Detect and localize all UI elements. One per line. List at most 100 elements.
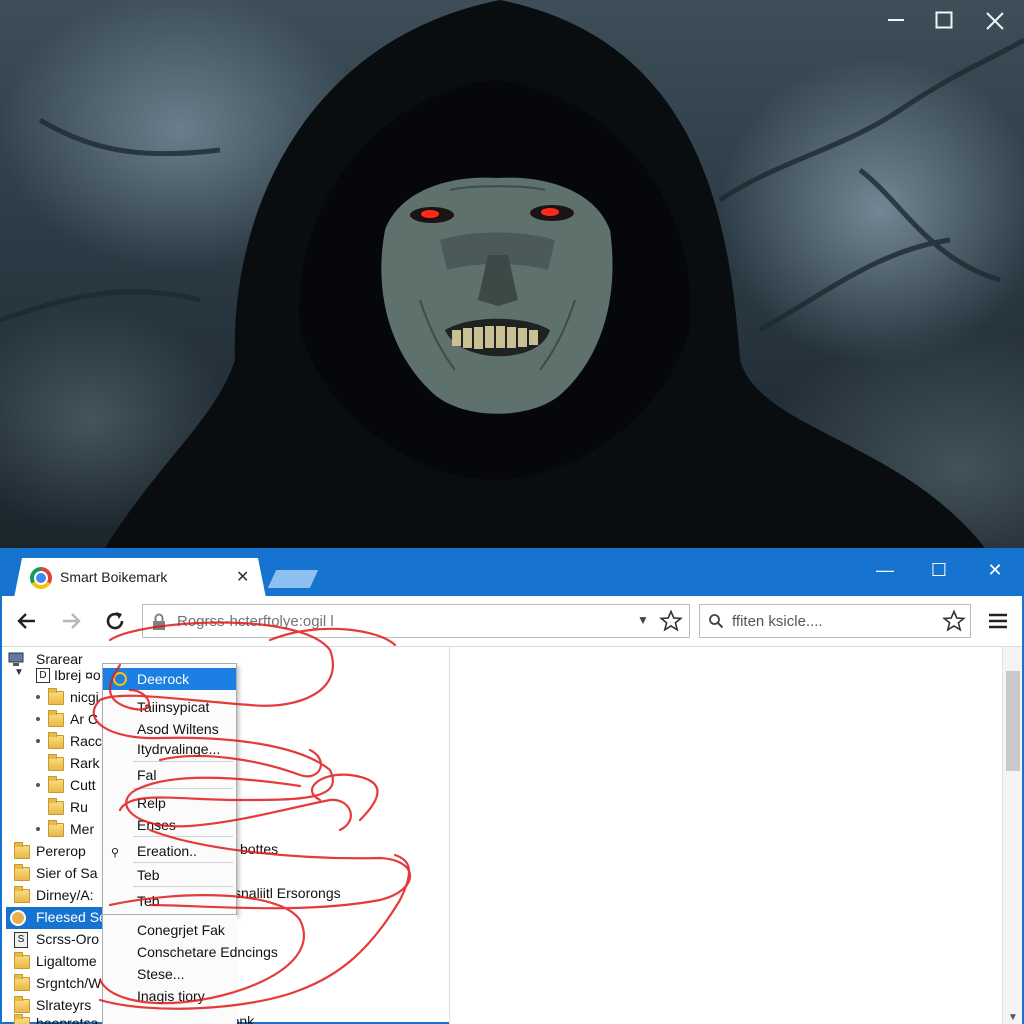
key-icon: ⚲ bbox=[111, 847, 120, 859]
menu-separator bbox=[133, 761, 233, 762]
menu-separator bbox=[133, 836, 233, 837]
browser-tab[interactable]: Smart Boikemark ✕ bbox=[14, 558, 266, 598]
minimize-icon bbox=[888, 19, 904, 21]
hamburger-icon bbox=[989, 613, 1007, 629]
arrow-left-icon bbox=[17, 613, 35, 629]
menu-item[interactable]: Itydrvalinge... bbox=[103, 738, 236, 760]
menu-separator bbox=[133, 788, 233, 789]
menu-item[interactable]: Stese... bbox=[103, 963, 303, 985]
address-text[interactable]: Rogrss-hcterftolye:ogil l bbox=[177, 613, 334, 630]
search-box[interactable]: ffiten ksicle.... bbox=[699, 604, 971, 638]
artwork-window bbox=[0, 0, 1024, 548]
tree-item[interactable]: ▼ D Ibrej ¤o bbox=[14, 665, 110, 687]
screen: Smart Boikemark ✕ — ☐ ✕ Rogrss-hcterftol… bbox=[0, 0, 1024, 1024]
bookmark-icon bbox=[10, 910, 26, 926]
search-placeholder[interactable]: ffiten ksicle.... bbox=[732, 613, 823, 630]
tree-item[interactable]: S Scrss-Oro bbox=[12, 929, 104, 951]
tree-item[interactable]: Ligaltome bbox=[12, 951, 104, 973]
tree-item[interactable]: Ru bbox=[32, 797, 112, 819]
folder-icon bbox=[48, 688, 64, 705]
folder-icon bbox=[14, 864, 30, 881]
back-button[interactable] bbox=[12, 606, 42, 636]
menu-item[interactable]: Conegrjet Fak bbox=[103, 919, 303, 941]
tree-item[interactable]: Ar C bbox=[32, 709, 112, 731]
address-bar[interactable]: Rogrss-hcterftolye:ogil l ▼ bbox=[142, 604, 690, 638]
minimize-button[interactable]: — bbox=[868, 556, 902, 584]
folder-icon bbox=[14, 996, 30, 1013]
chevron-down-icon[interactable]: ▼ bbox=[637, 613, 649, 627]
tree-item[interactable]: Racc bbox=[32, 731, 112, 753]
folder-icon bbox=[14, 842, 30, 859]
tree-item[interactable]: Sier of Sa bbox=[12, 863, 104, 885]
tree-item[interactable]: Mer bbox=[32, 819, 112, 841]
menu-separator bbox=[133, 886, 233, 887]
folder-icon bbox=[48, 798, 64, 815]
maximize-icon bbox=[935, 11, 953, 29]
menu-item[interactable]: Teb bbox=[103, 890, 236, 912]
bookmark-star-icon[interactable] bbox=[659, 609, 683, 633]
tree-item[interactable]: Rark bbox=[32, 753, 112, 775]
star-icon[interactable] bbox=[942, 609, 966, 633]
art-close-button[interactable] bbox=[984, 10, 1012, 38]
tree-item-selected[interactable]: Fleesed Se bbox=[6, 907, 107, 929]
tree-item[interactable]: Srgntch/W bbox=[12, 973, 104, 995]
maximize-button[interactable]: ☐ bbox=[922, 556, 956, 584]
folder-icon bbox=[14, 974, 30, 991]
tree-item[interactable]: nicgi bbox=[32, 687, 112, 709]
reload-button[interactable] bbox=[100, 606, 130, 636]
forward-button[interactable] bbox=[56, 606, 86, 636]
context-submenu: Conegrjet Fak Conschetare Edncings Stese… bbox=[102, 915, 278, 1024]
context-menu: Deerock Taiinsypicat Asod Wiltens Itydrv… bbox=[102, 663, 237, 915]
tree-item[interactable]: Cutt bbox=[32, 775, 112, 797]
lock-icon bbox=[153, 613, 165, 630]
tab-close-button[interactable]: ✕ bbox=[236, 567, 249, 587]
folder-icon bbox=[48, 754, 64, 771]
vertical-scrollbar[interactable]: ▼ bbox=[1002, 647, 1022, 1024]
arrow-right-icon bbox=[63, 613, 81, 629]
scrollbar-thumb[interactable] bbox=[1006, 671, 1020, 771]
browser-window: Smart Boikemark ✕ — ☐ ✕ Rogrss-hcterftol… bbox=[0, 548, 1024, 1024]
scroll-down-arrow-icon[interactable]: ▼ bbox=[1008, 1012, 1018, 1023]
menu-item[interactable]: Taiinsypicat bbox=[103, 696, 236, 718]
art-minimize-button[interactable] bbox=[886, 10, 914, 38]
menu-item[interactable]: Conschetare Edncings bbox=[103, 941, 303, 963]
menu-button[interactable] bbox=[984, 608, 1012, 634]
folder-icon bbox=[14, 952, 30, 969]
tab-title: Smart Boikemark bbox=[60, 569, 168, 585]
chrome-icon bbox=[30, 567, 52, 589]
expand-arrow-icon[interactable]: ▼ bbox=[14, 667, 24, 678]
menu-item[interactable]: Inagis tiory bbox=[103, 985, 303, 1007]
tree-item[interactable]: heepretsa bbox=[12, 1013, 104, 1024]
folder-icon bbox=[48, 732, 64, 749]
menu-item[interactable]: ⚲ Ereation.. bbox=[103, 840, 236, 862]
menu-separator bbox=[133, 862, 233, 863]
title-bar: Smart Boikemark ✕ — ☐ ✕ bbox=[2, 548, 1022, 598]
folder-icon bbox=[14, 886, 30, 903]
folder-icon bbox=[48, 710, 64, 727]
new-tab-button[interactable] bbox=[267, 570, 319, 588]
art-maximize-button[interactable] bbox=[934, 10, 962, 38]
bookmark-page-icon: D bbox=[36, 668, 50, 683]
menu-item[interactable]: Fal bbox=[103, 764, 236, 786]
overflow-text: snaliitl Ersorongs bbox=[234, 885, 341, 901]
folder-icon bbox=[48, 820, 64, 837]
close-icon bbox=[986, 12, 1004, 30]
hooded-figure-artwork bbox=[0, 0, 1024, 548]
toolbar: Rogrss-hcterftolye:ogil l ▼ ffiten ksicl… bbox=[2, 596, 1022, 646]
menu-item[interactable]: Enses bbox=[103, 814, 236, 836]
page-icon: S bbox=[14, 932, 28, 948]
reload-icon bbox=[106, 612, 124, 630]
tree-item[interactable]: Pererop bbox=[12, 841, 104, 863]
menu-item-highlighted[interactable]: Deerock bbox=[103, 668, 236, 690]
folder-icon bbox=[14, 1014, 30, 1024]
bookmark-details-pane bbox=[450, 647, 1022, 1024]
menu-item[interactable]: Relp bbox=[103, 792, 236, 814]
tree-item[interactable]: Dirney/A: bbox=[12, 885, 104, 907]
folder-icon bbox=[48, 776, 64, 793]
bookmark-icon bbox=[113, 672, 127, 686]
bookmark-manager: Srarear ▼ D Ibrej ¤o nicgi Ar C Racc Rar… bbox=[2, 646, 1022, 1024]
close-button[interactable]: ✕ bbox=[978, 556, 1012, 584]
menu-item[interactable]: Teb bbox=[103, 864, 236, 886]
menu-item[interactable]: Asod Wiltens bbox=[103, 718, 236, 740]
search-icon bbox=[709, 614, 724, 629]
